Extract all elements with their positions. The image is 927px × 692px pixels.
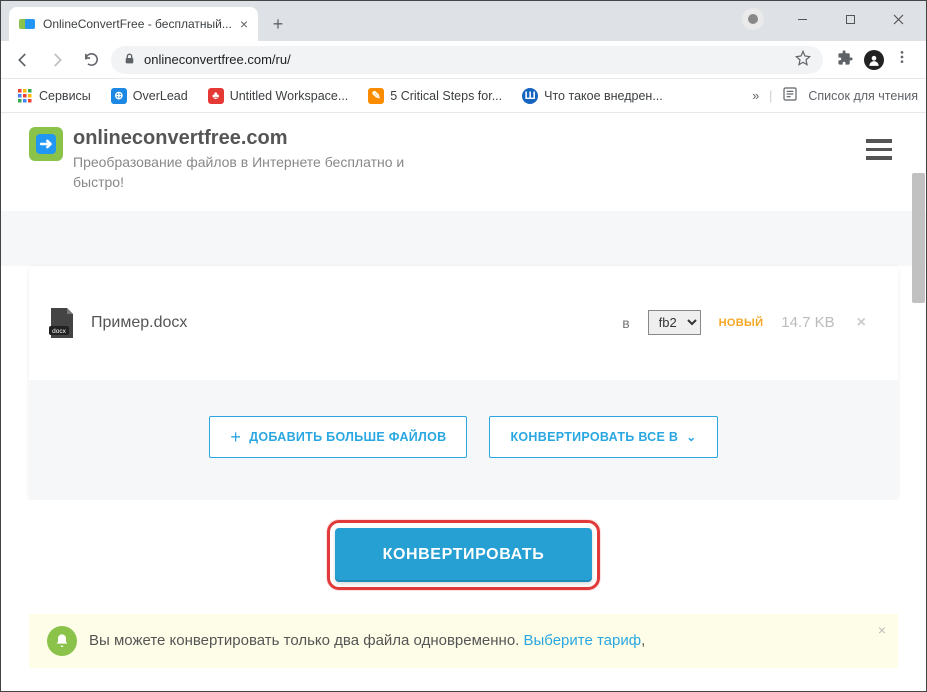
format-select[interactable]: fb2	[648, 310, 701, 335]
tab-title: OnlineConvertFree - бесплатный...	[43, 17, 232, 31]
file-name: Пример.docx	[91, 314, 187, 332]
bookmark-favicon: ♣	[208, 88, 224, 104]
notice-text: Вы можете конвертировать только два файл…	[89, 632, 645, 649]
file-type-icon: docx	[47, 306, 77, 340]
svg-text:docx: docx	[52, 328, 66, 335]
nav-forward-button[interactable]	[43, 46, 71, 74]
bell-icon	[47, 626, 77, 656]
file-size: 14.7 KB	[781, 314, 834, 331]
browser-titlebar: OnlineConvertFree - бесплатный... × +	[1, 1, 926, 41]
apps-icon	[17, 88, 33, 104]
convert-button[interactable]: КОНВЕРТИРОВАТЬ	[335, 528, 593, 582]
menu-kebab-icon[interactable]	[894, 49, 910, 70]
window-maximize-button[interactable]	[830, 5, 870, 33]
bookmarks-bar: Сервисы ⊕ OverLead ♣ Untitled Workspace.…	[1, 79, 926, 113]
add-more-files-button[interactable]: + ДОБАВИТЬ БОЛЬШЕ ФАЙЛОВ	[209, 416, 467, 458]
file-row: docx Пример.docx в fb2 НОВЫЙ 14.7 KB ×	[29, 266, 898, 380]
file-card: docx Пример.docx в fb2 НОВЫЙ 14.7 KB × +	[29, 266, 898, 500]
extensions-icon[interactable]	[837, 49, 854, 71]
bookmark-item[interactable]: ✎ 5 Critical Steps for...	[360, 84, 510, 108]
site-logo[interactable]: ➜ onlineconvertfree.com Преобразование ф…	[29, 127, 423, 193]
site-header: ➜ onlineconvertfree.com Преобразование ф…	[1, 113, 926, 211]
remove-file-button[interactable]: ×	[853, 314, 870, 332]
window-minimize-button[interactable]	[782, 5, 822, 33]
convert-to-label: в	[622, 315, 629, 331]
new-badge: НОВЫЙ	[719, 317, 764, 329]
add-more-label: ДОБАВИТЬ БОЛЬШЕ ФАЙЛОВ	[249, 430, 446, 444]
scrollbar-thumb[interactable]	[912, 173, 925, 303]
new-tab-button[interactable]: +	[264, 10, 292, 38]
card-actions: + ДОБАВИТЬ БОЛЬШЕ ФАЙЛОВ КОНВЕРТИРОВАТЬ …	[29, 380, 898, 500]
convert-all-to-button[interactable]: КОНВЕРТИРОВАТЬ ВСЕ В ⌄	[489, 416, 717, 458]
convert-section: КОНВЕРТИРОВАТЬ	[1, 500, 926, 606]
convert-all-label: КОНВЕРТИРОВАТЬ ВСЕ В	[510, 430, 678, 444]
profile-badge-icon[interactable]	[742, 8, 764, 30]
bookmark-item[interactable]: ⊕ OverLead	[103, 84, 196, 108]
reading-list-button[interactable]: Список для чтения	[808, 89, 918, 103]
bookmark-label: OverLead	[133, 89, 188, 103]
url-input[interactable]: onlineconvertfree.com/ru/	[111, 46, 823, 74]
page-viewport: ➜ onlineconvertfree.com Преобразование ф…	[1, 113, 926, 691]
nav-back-button[interactable]	[9, 46, 37, 74]
bookmarks-overflow-icon[interactable]: »	[752, 89, 759, 103]
bookmark-item[interactable]: ♣ Untitled Workspace...	[200, 84, 357, 108]
notice-close-button[interactable]: ×	[878, 622, 886, 638]
chevron-down-icon: ⌄	[686, 430, 696, 444]
hamburger-menu-button[interactable]	[860, 133, 898, 166]
lock-icon	[123, 52, 136, 68]
bookmark-favicon: Ш	[522, 88, 538, 104]
star-icon[interactable]	[795, 50, 811, 69]
bookmark-label: 5 Critical Steps for...	[390, 89, 502, 103]
bookmark-item[interactable]: Ш Что такое внедрен...	[514, 84, 671, 108]
url-text: onlineconvertfree.com/ru/	[144, 52, 291, 67]
logo-icon: ➜	[29, 127, 63, 161]
profile-avatar-icon[interactable]	[864, 50, 884, 70]
highlight-frame: КОНВЕРТИРОВАТЬ	[327, 520, 601, 590]
reading-list-icon	[782, 86, 798, 105]
browser-address-bar: onlineconvertfree.com/ru/	[1, 41, 926, 79]
bookmark-label: Untitled Workspace...	[230, 89, 349, 103]
bookmark-favicon: ⊕	[111, 88, 127, 104]
site-name: onlineconvertfree.com	[73, 127, 423, 150]
nav-reload-button[interactable]	[77, 46, 105, 74]
bookmark-favicon: ✎	[368, 88, 384, 104]
apps-label: Сервисы	[39, 89, 91, 103]
choose-plan-link[interactable]: Выберите тариф	[524, 632, 642, 649]
plus-icon: +	[230, 428, 241, 446]
upgrade-notice: Вы можете конвертировать только два файл…	[29, 614, 898, 668]
apps-shortcut[interactable]: Сервисы	[9, 84, 99, 108]
window-close-button[interactable]	[878, 5, 918, 33]
browser-tab[interactable]: OnlineConvertFree - бесплатный... ×	[9, 7, 258, 41]
tab-favicon	[19, 16, 35, 32]
tab-close-icon[interactable]: ×	[240, 16, 248, 32]
bookmark-label: Что такое внедрен...	[544, 89, 663, 103]
site-tagline: Преобразование файлов в Интернете беспла…	[73, 152, 423, 193]
